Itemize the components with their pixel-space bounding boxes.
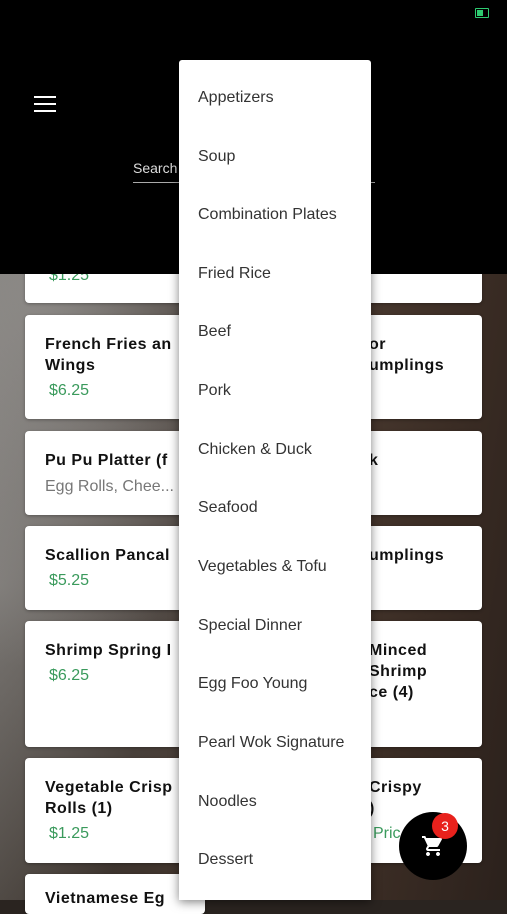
dropdown-item-pork[interactable]: Pork — [198, 382, 231, 400]
item-name: French Fries an Wings — [45, 336, 172, 374]
item-name: Shrimp Spring I — [45, 642, 172, 659]
item-name: Vegetable Crisp Rolls (1) — [45, 779, 173, 817]
item-name: Scallion Pancal — [45, 547, 170, 564]
dropdown-item-soup[interactable]: Soup — [198, 148, 235, 166]
menu-item-card[interactable]: Vegetable Crisp Rolls (1) $1.25 — [25, 758, 205, 863]
item-price: $5.25 — [49, 572, 90, 589]
item-name: Pu Pu Platter (f — [45, 452, 168, 469]
item-price: $6.25 — [49, 667, 90, 684]
category-dropdown: Appetizers Soup Combination Plates Fried… — [179, 60, 371, 900]
dropdown-item-egg-foo-young[interactable]: Egg Foo Young — [198, 675, 307, 693]
dropdown-item-special-dinner[interactable]: Special Dinner — [198, 617, 302, 635]
item-name: k — [369, 452, 379, 469]
dropdown-item-vegetables-tofu[interactable]: Vegetables & Tofu — [198, 558, 327, 576]
menu-item-card[interactable]: French Fries an Wings $6.25 — [25, 315, 205, 419]
dropdown-item-seafood[interactable]: Seafood — [198, 499, 258, 517]
menu-item-card[interactable]: Vietnamese Eg — [25, 874, 205, 914]
dropdown-item-appetizers[interactable]: Appetizers — [198, 89, 274, 107]
menu-item-card[interactable]: Scallion Pancal $5.25 — [25, 526, 205, 610]
item-name: umplings — [369, 547, 445, 564]
search-input[interactable]: Search — [133, 160, 177, 176]
cart-count-badge: 3 — [432, 813, 458, 839]
item-name: Minced Shrimp ce (4) — [369, 642, 428, 701]
menu-icon[interactable] — [34, 96, 56, 112]
dropdown-item-fried-rice[interactable]: Fried Rice — [198, 265, 271, 283]
item-name: or umplings — [369, 336, 445, 374]
menu-item-card[interactable]: Shrimp Spring I $6.25 — [25, 621, 205, 747]
battery-icon — [475, 8, 489, 18]
dropdown-item-noodles[interactable]: Noodles — [198, 793, 257, 811]
dropdown-item-combination-plates[interactable]: Combination Plates — [198, 206, 337, 224]
item-description: Egg Rolls, Chee... — [45, 478, 174, 495]
dropdown-item-pearl-wok-signature[interactable]: Pearl Wok Signature — [198, 734, 344, 752]
item-price: $1.25 — [49, 825, 90, 842]
dropdown-item-beef[interactable]: Beef — [198, 323, 231, 341]
dropdown-item-chicken-duck[interactable]: Chicken & Duck — [198, 441, 312, 459]
item-price: $6.25 — [49, 382, 90, 399]
item-price: Pric — [373, 825, 401, 842]
menu-item-card[interactable]: Pu Pu Platter (f Egg Rolls, Chee... — [25, 431, 205, 515]
item-name: Vietnamese Eg — [45, 890, 166, 907]
dropdown-item-dessert[interactable]: Dessert — [198, 851, 253, 869]
